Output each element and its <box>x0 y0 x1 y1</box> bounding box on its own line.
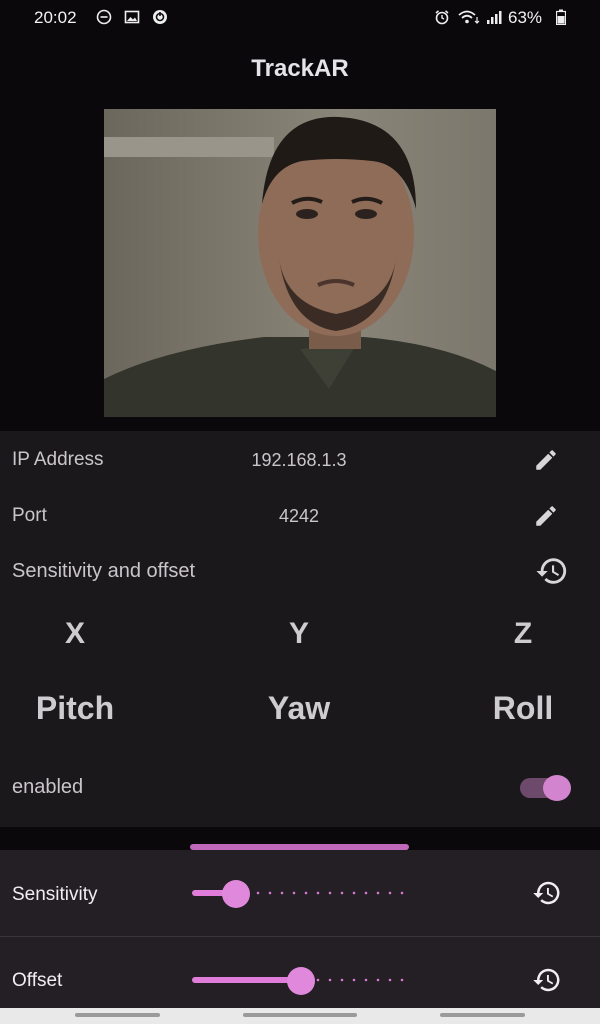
offset-slider-thumb[interactable] <box>287 967 315 995</box>
ip-address-value: 192.168.1.3 <box>251 450 347 470</box>
reset-sensitivity-icon[interactable] <box>531 878 563 908</box>
nav-back-button[interactable] <box>440 1013 525 1017</box>
battery-percent: 63% <box>508 8 543 27</box>
pitch-button[interactable]: Pitch <box>0 690 155 727</box>
axis-z-button[interactable]: Z <box>463 617 583 651</box>
port-label: Port <box>12 505 47 526</box>
sensitivity-offset-label: Sensitivity and offset <box>12 560 196 582</box>
image-icon <box>124 10 140 24</box>
yaw-button[interactable]: Yaw <box>219 690 379 727</box>
axis-y-button[interactable]: Y <box>239 617 359 651</box>
axis-x-button[interactable]: X <box>15 617 135 651</box>
enabled-toggle-knob[interactable] <box>543 775 571 801</box>
sensitivity-slider-thumb[interactable] <box>221 880 250 908</box>
wifi-icon <box>458 10 480 24</box>
status-time: 20:02 <box>34 8 77 27</box>
status-bar: 20:02 63% <box>0 0 600 36</box>
edit-port-icon[interactable] <box>533 503 559 529</box>
edit-ip-icon[interactable] <box>533 447 559 473</box>
camera-preview <box>104 109 496 417</box>
bottom-sheet <box>0 850 600 1024</box>
app-title: TrackAR <box>251 55 349 82</box>
reset-offset-icon[interactable] <box>531 965 563 995</box>
alarm-icon <box>435 10 449 25</box>
sheet-divider <box>0 936 600 937</box>
sync-icon <box>153 10 167 24</box>
roll-button[interactable]: Roll <box>443 690 600 727</box>
nav-recents-button[interactable] <box>75 1013 160 1017</box>
nav-home-button[interactable] <box>243 1013 357 1017</box>
do-not-disturb-icon <box>96 9 112 25</box>
ip-address-label: IP Address <box>12 449 104 470</box>
battery-icon <box>556 9 566 25</box>
signal-icon <box>487 11 502 24</box>
sensitivity-label: Sensitivity <box>12 884 98 905</box>
enabled-label: enabled <box>12 776 84 798</box>
offset-slider-fill <box>192 977 301 983</box>
camera-feed-image <box>104 109 496 417</box>
offset-label: Offset <box>12 970 63 991</box>
reset-history-icon[interactable] <box>532 554 572 588</box>
port-value: 4242 <box>278 506 320 526</box>
sheet-drag-handle[interactable] <box>190 844 409 850</box>
